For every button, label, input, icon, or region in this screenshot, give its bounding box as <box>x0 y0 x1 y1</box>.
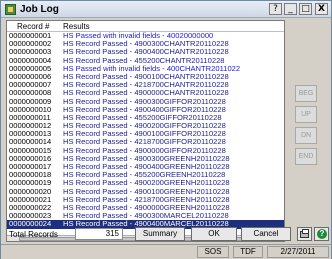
help-button[interactable]: ? <box>314 227 329 241</box>
help-title-button[interactable]: ? <box>269 3 282 15</box>
print-button[interactable] <box>297 227 312 241</box>
total-records-value: 315 <box>75 228 123 240</box>
help-icon: ? <box>317 229 327 239</box>
close-button[interactable]: X <box>315 3 328 15</box>
job-log-list[interactable]: Record # Results 0000000001 HS Passed wit… <box>6 20 285 242</box>
maximize-button[interactable]: □ <box>299 3 312 15</box>
list-rows: 0000000001 HS Passed with invalid fields … <box>7 31 284 229</box>
printer-icon <box>300 229 309 238</box>
window-title: Job Log <box>20 4 59 15</box>
summary-button[interactable]: Summary <box>135 227 185 241</box>
app-icon <box>5 4 16 15</box>
ok-button[interactable]: OK <box>191 227 237 241</box>
dn-button[interactable]: DN <box>295 127 317 144</box>
title-bar: Job Log ? _ □ X <box>1 1 331 18</box>
end-button[interactable]: END <box>295 148 317 165</box>
minimize-button[interactable]: _ <box>284 3 297 15</box>
status-bar: SOS TDF 2/27/2011 <box>1 244 331 259</box>
total-records-label: Total Records <box>9 230 58 239</box>
status-company: TDF <box>233 246 263 258</box>
status-date: 2/27/2011 <box>267 246 329 258</box>
beg-button[interactable]: BEG <box>295 85 317 102</box>
job-log-window: Job Log ? _ □ X Record # Results 0000000… <box>0 0 332 259</box>
up-button[interactable]: UP <box>295 106 317 123</box>
status-user: SOS <box>197 246 229 258</box>
cancel-button[interactable]: Cancel <box>241 227 291 241</box>
record-number: 0000000024 <box>9 219 52 229</box>
